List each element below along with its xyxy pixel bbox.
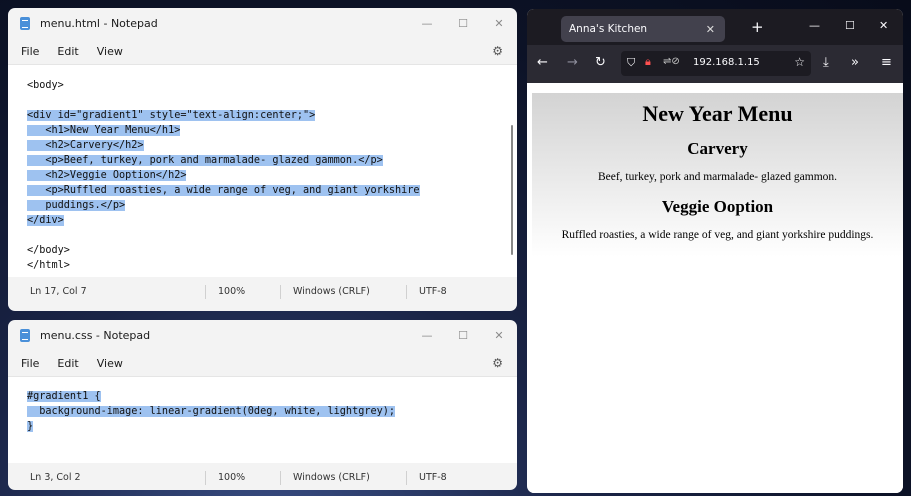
close-icon[interactable]: ✕ (481, 320, 517, 350)
maximize-icon[interactable]: ☐ (445, 8, 481, 38)
code-line: <body> (27, 80, 64, 91)
menu-view[interactable]: View (88, 357, 132, 370)
code-line: <h2>Carvery</h2> (27, 140, 144, 151)
reload-icon[interactable]: ↻ (595, 55, 606, 70)
tab-annas-kitchen[interactable]: Anna's Kitchen ✕ (561, 16, 725, 42)
url-bar[interactable]: ⛉ 🔒︎ ⇌⊘ 192.168.1.15 ☆ (621, 51, 811, 76)
status-bar: Ln 17, Col 7 100% Windows (CRLF) UTF-8 (8, 277, 517, 307)
code-line: <h2>Veggie Ooption</h2> (27, 170, 187, 181)
encoding: UTF-8 (419, 472, 447, 483)
window-title: menu.css - Notepad (40, 328, 151, 342)
menu-bar: File Edit View ⚙ (8, 38, 517, 64)
hamburger-menu-icon[interactable]: ≡ (881, 55, 892, 70)
page-content: New Year Menu Carvery Beef, turkey, pork… (532, 93, 903, 493)
menu-file[interactable]: File (8, 357, 48, 370)
menu-view[interactable]: View (88, 45, 132, 58)
tab-close-icon[interactable]: ✕ (706, 23, 715, 36)
line-ending: Windows (CRLF) (293, 472, 370, 483)
notepad-window-html: menu.html - Notepad — ☐ ✕ File Edit View… (8, 8, 517, 311)
code-line: background-image: linear-gradient(0deg, … (27, 406, 396, 417)
code-line: <div id="gradient1" style="text-align:ce… (27, 110, 316, 121)
close-icon[interactable]: ✕ (481, 8, 517, 38)
cursor-position: Ln 3, Col 2 (30, 472, 81, 483)
settings-gear-icon[interactable]: ⚙ (492, 44, 503, 58)
notepad-window-css: menu.css - Notepad — ☐ ✕ File Edit View … (8, 320, 517, 490)
close-icon[interactable]: ✕ (879, 19, 888, 32)
url-text: 192.168.1.15 (693, 57, 760, 68)
notepad-icon (20, 328, 30, 342)
page-title: New Year Menu (642, 101, 793, 126)
permissions-icon[interactable]: ⇌⊘ (663, 56, 680, 67)
settings-gear-icon[interactable]: ⚙ (492, 356, 503, 370)
section-heading-veggie: Veggie Ooption (661, 197, 774, 216)
code-line: } (27, 421, 34, 432)
status-bar: Ln 3, Col 2 100% Windows (CRLF) UTF-8 (8, 463, 517, 490)
section-text-veggie: Ruffled roasties, a wide range of veg, a… (561, 229, 874, 241)
notepad-icon (20, 16, 30, 30)
section-text-carvery: Beef, turkey, pork and marmalade- glazed… (597, 171, 838, 183)
code-line: <h1>New Year Menu</h1> (27, 125, 181, 136)
back-arrow-icon[interactable]: ← (537, 55, 548, 70)
forward-arrow-icon: → (567, 55, 578, 70)
overflow-chevron-icon[interactable]: » (851, 55, 859, 70)
code-line: <p>Ruffled roasties, a wide range of veg… (27, 185, 420, 196)
tab-title: Anna's Kitchen (569, 23, 648, 35)
gradient-div: New Year Menu Carvery Beef, turkey, pork… (532, 93, 903, 257)
minimize-icon[interactable]: — (409, 320, 445, 350)
maximize-icon[interactable]: ☐ (845, 19, 855, 32)
shield-icon[interactable]: ⛉ (627, 56, 635, 70)
browser-window: Anna's Kitchen ✕ + — ☐ ✕ ← → ↻ ⛉ 🔒︎ ⇌⊘ 1… (527, 9, 903, 493)
section-heading-carvery: Carvery (687, 139, 748, 158)
minimize-icon[interactable]: — (809, 19, 820, 32)
code-line: puddings.</p> (27, 200, 126, 211)
code-line: </html> (27, 260, 70, 271)
code-line: </div> (27, 215, 64, 226)
text-editor[interactable]: <body> <div id="gradient1" style="text-al… (8, 64, 517, 277)
maximize-icon[interactable]: ☐ (445, 320, 481, 350)
title-bar: menu.css - Notepad — ☐ ✕ (8, 320, 517, 350)
cursor-position: Ln 17, Col 7 (30, 286, 87, 297)
menu-file[interactable]: File (8, 45, 48, 58)
bookmark-star-icon[interactable]: ☆ (794, 55, 805, 69)
menu-edit[interactable]: Edit (48, 45, 87, 58)
new-tab-plus-icon[interactable]: + (751, 18, 764, 36)
scrollbar[interactable] (511, 125, 513, 255)
nav-toolbar: ← → ↻ ⛉ 🔒︎ ⇌⊘ 192.168.1.15 ☆ ⤓ » ≡ (527, 45, 903, 83)
code-line: <p>Beef, turkey, pork and marmalade- gla… (27, 155, 383, 166)
menu-bar: File Edit View ⚙ (8, 350, 517, 376)
download-icon[interactable]: ⤓ (823, 55, 829, 70)
zoom-level: 100% (218, 286, 246, 297)
minimize-icon[interactable]: — (409, 8, 445, 38)
tab-strip: Anna's Kitchen ✕ + — ☐ ✕ (527, 9, 903, 45)
line-ending: Windows (CRLF) (293, 286, 370, 297)
window-title: menu.html - Notepad (40, 16, 158, 30)
menu-edit[interactable]: Edit (48, 357, 87, 370)
lock-icon[interactable]: 🔒︎ (645, 55, 651, 69)
code-line: </body> (27, 245, 70, 256)
text-editor[interactable]: #gradient1 { background-image: linear-gr… (8, 376, 517, 463)
zoom-level: 100% (218, 472, 246, 483)
code-line: #gradient1 { (27, 391, 101, 402)
encoding: UTF-8 (419, 286, 447, 297)
title-bar: menu.html - Notepad — ☐ ✕ (8, 8, 517, 38)
